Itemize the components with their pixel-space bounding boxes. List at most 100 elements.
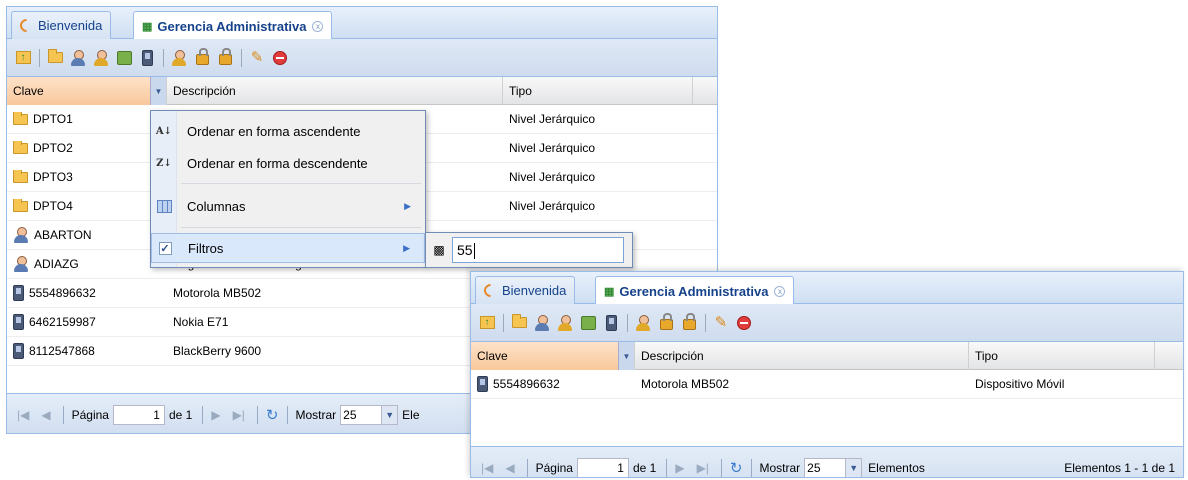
- edit-button[interactable]: ✎: [712, 314, 730, 332]
- next-page-icon[interactable]: ▶: [675, 461, 684, 475]
- add-user-button[interactable]: [533, 314, 551, 332]
- column-menu-trigger[interactable]: ▼: [618, 342, 634, 370]
- page-number-input[interactable]: 1: [112, 404, 165, 425]
- close-icon[interactable]: x: [774, 285, 786, 297]
- text-caret: [473, 243, 475, 260]
- add-device-button[interactable]: [602, 314, 620, 332]
- prev-page-icon[interactable]: ◀: [505, 461, 514, 475]
- up-level-button[interactable]: ↑: [478, 314, 496, 332]
- page-count-label: de 1: [168, 407, 193, 422]
- next-page-icon[interactable]: ▶: [211, 408, 220, 422]
- add-group-button[interactable]: [579, 314, 597, 332]
- unlock-button[interactable]: [216, 48, 234, 67]
- device-icon: [477, 376, 488, 392]
- cell-clave: 5554896632: [471, 376, 635, 392]
- first-page-icon[interactable]: |◀: [17, 408, 29, 422]
- add-user-button[interactable]: [69, 49, 87, 67]
- group-icon: [580, 315, 596, 330]
- add-folder-icon: [47, 49, 63, 63]
- cell-clave: DPTO1: [7, 112, 167, 126]
- column-header-tipo[interactable]: Tipo: [969, 342, 1155, 370]
- refresh-icon[interactable]: ↻: [266, 406, 279, 424]
- folder-icon: [13, 170, 28, 183]
- delete-icon: [273, 50, 287, 65]
- items-label: Elementos: [868, 460, 925, 475]
- add-user-icon: [534, 314, 550, 331]
- add-folder-button[interactable]: [46, 49, 64, 67]
- filter-input-value: 55: [457, 242, 473, 258]
- page-size-select[interactable]: 25 ▼: [340, 404, 399, 425]
- close-icon[interactable]: x: [312, 20, 324, 32]
- cell-descripcion: BlackBerry 9600: [167, 344, 503, 358]
- filter-input[interactable]: 55: [452, 237, 624, 263]
- column-label: Tipo: [975, 349, 998, 363]
- cell-text: DPTO2: [33, 141, 73, 155]
- unlock-button[interactable]: [680, 313, 698, 332]
- edit-user-button[interactable]: [556, 314, 574, 332]
- delete-button[interactable]: [271, 49, 289, 67]
- pager-separator: [256, 405, 258, 424]
- group-icon: [116, 50, 132, 65]
- cell-descripcion: Motorola MB502: [167, 286, 503, 300]
- column-menu-trigger[interactable]: ▼: [150, 77, 166, 105]
- menu-item-columns[interactable]: Columnas ▶: [151, 191, 425, 221]
- menu-item-filters[interactable]: ✓ Filtros ▶: [151, 233, 425, 263]
- column-header-tipo[interactable]: Tipo: [503, 77, 693, 105]
- lock-button[interactable]: [193, 48, 211, 67]
- admin-panel-filtered: Bienvenida ▦ Gerencia Administrativa x ↑…: [470, 271, 1184, 478]
- cell-text: 8112547868: [29, 344, 95, 358]
- move-button[interactable]: [634, 314, 652, 332]
- page-number-input[interactable]: 1: [576, 457, 629, 477]
- menu-item-label: Columnas: [187, 198, 246, 214]
- first-page-icon[interactable]: |◀: [481, 461, 493, 475]
- edit-button[interactable]: ✎: [248, 49, 266, 67]
- cell-text: Motorola MB502: [173, 286, 262, 300]
- edit-user-button[interactable]: [92, 49, 110, 67]
- add-device-button[interactable]: [138, 49, 156, 67]
- show-label: Mostrar: [295, 407, 337, 422]
- menu-item-label: Ordenar en forma descendente: [187, 155, 368, 171]
- menu-item-sort-desc[interactable]: Z↓ Ordenar en forma descendente: [151, 148, 425, 178]
- pager-separator: [62, 405, 64, 424]
- cell-clave: ABARTON: [7, 227, 167, 243]
- tab-bienvenida[interactable]: Bienvenida: [475, 276, 576, 304]
- pencil-icon: ✎: [714, 314, 728, 331]
- lock-button[interactable]: [657, 313, 675, 332]
- last-page-icon[interactable]: ▶|: [233, 408, 245, 422]
- checkbox-icon[interactable]: ✓: [152, 241, 178, 255]
- table-row[interactable]: 5554896632 Motorola MB502 Dispositivo Móvi…: [471, 370, 1183, 399]
- up-level-button[interactable]: ↑: [14, 49, 32, 67]
- cell-tipo: Nivel Jerárquico: [503, 170, 693, 184]
- add-group-button[interactable]: [115, 49, 133, 67]
- column-header-clave[interactable]: Clave ▼: [471, 342, 635, 370]
- move-button[interactable]: [170, 49, 188, 67]
- binoculars-icon: ▩: [433, 243, 445, 257]
- prev-page-icon[interactable]: ◀: [41, 408, 50, 422]
- grid-header: Clave ▼ Descripción Tipo: [7, 77, 717, 105]
- refresh-icon[interactable]: ↻: [730, 459, 743, 477]
- last-page-icon[interactable]: ▶|: [697, 461, 709, 475]
- tab-gerencia-administrativa[interactable]: ▦ Gerencia Administrativa x: [133, 11, 333, 40]
- column-header-descripcion[interactable]: Descripción: [167, 77, 503, 105]
- cell-text: Dispositivo Móvil: [975, 377, 1065, 391]
- chevron-down-icon[interactable]: ▼: [845, 458, 862, 477]
- tab-label: Bienvenida: [38, 18, 103, 33]
- folder-icon: [13, 141, 28, 154]
- menu-item-sort-asc[interactable]: A↓ Ordenar en forma ascendente: [151, 116, 425, 146]
- column-label: Tipo: [509, 84, 532, 98]
- cell-clave: DPTO2: [7, 141, 167, 155]
- column-header-descripcion[interactable]: Descripción: [635, 342, 969, 370]
- submenu-arrow-icon: ▶: [403, 242, 410, 253]
- delete-button[interactable]: [735, 314, 753, 332]
- page-size-select[interactable]: 25 ▼: [804, 457, 863, 477]
- toolbar: ↑ ✎: [7, 39, 717, 77]
- tab-bienvenida[interactable]: Bienvenida: [11, 11, 112, 39]
- add-folder-button[interactable]: [510, 314, 528, 332]
- toolbar-separator: [39, 48, 40, 67]
- chevron-down-icon[interactable]: ▼: [381, 405, 398, 424]
- column-label: Descripción: [641, 349, 704, 363]
- folder-icon: [13, 199, 28, 212]
- column-header-clave[interactable]: Clave ▼: [7, 77, 167, 105]
- cell-text: 6462159987: [29, 315, 96, 329]
- tab-gerencia-administrativa[interactable]: ▦ Gerencia Administrativa x: [595, 276, 795, 305]
